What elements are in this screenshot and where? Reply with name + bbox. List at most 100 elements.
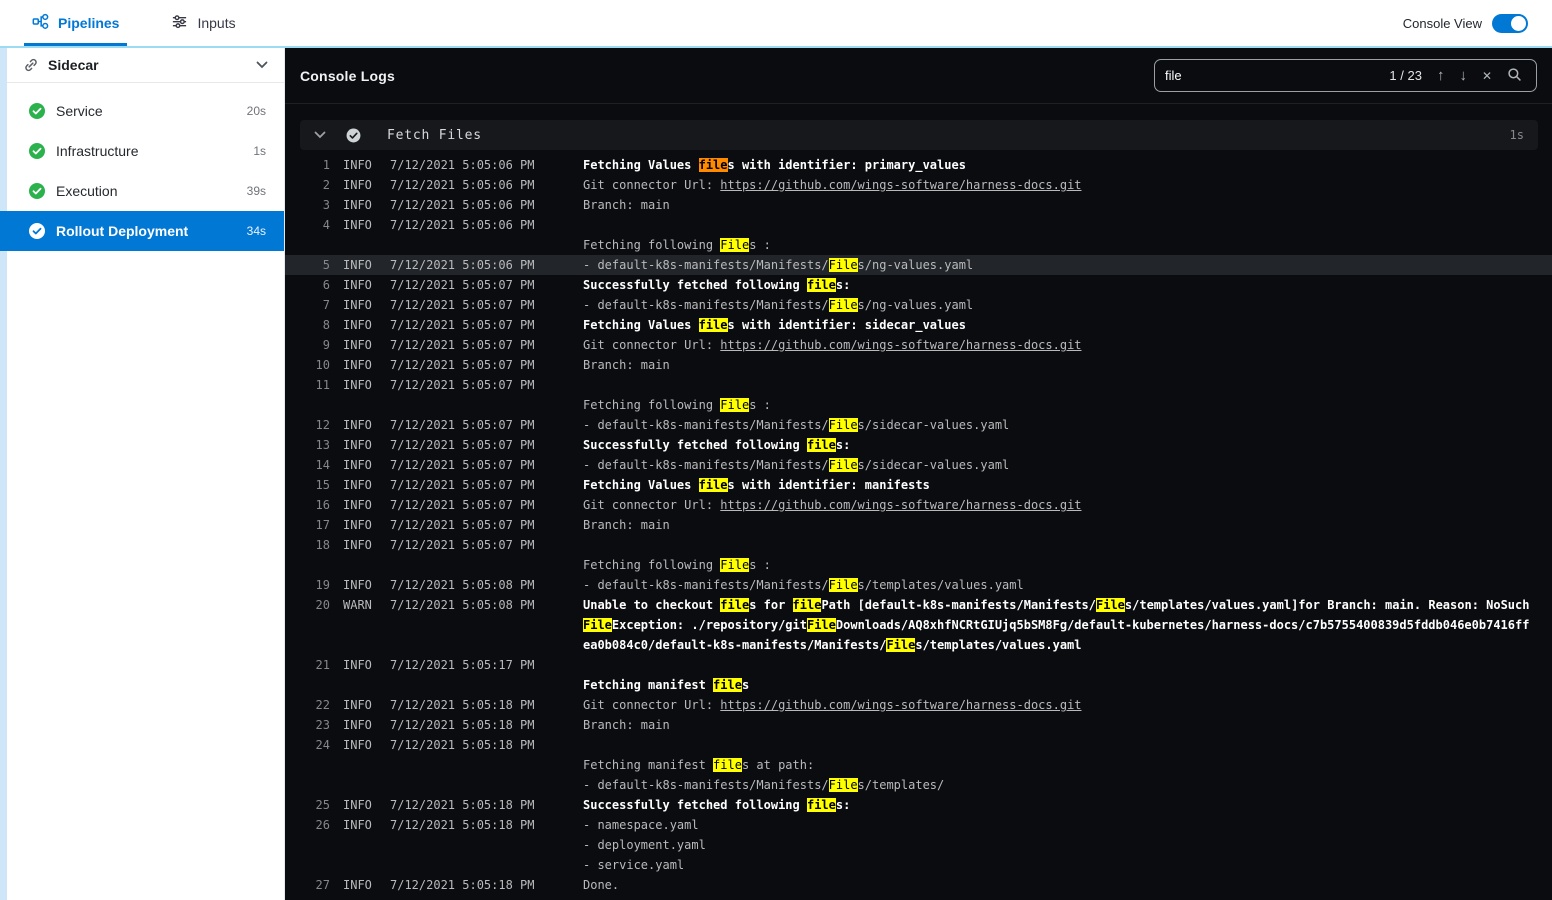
log-message: Fetching Values files with identifier: m…	[583, 475, 1552, 495]
log-level: INFO	[343, 318, 372, 332]
log-text: Fetching manifest	[583, 758, 714, 772]
log-row[interactable]: Fetching following Files :	[285, 395, 1552, 415]
log-level: INFO	[343, 718, 372, 732]
log-row[interactable]: 21 INFO 7/12/2021 5:05:17 PM	[285, 655, 1552, 675]
sidebar-item-execution[interactable]: Execution 39s	[7, 171, 284, 211]
log-row[interactable]: 12 INFO 7/12/2021 5:05:07 PM - default-k8s-…	[285, 415, 1552, 435]
log-row[interactable]: 13 INFO 7/12/2021 5:05:07 PM Successfully f…	[285, 435, 1552, 455]
log-line-number: 12	[315, 418, 330, 432]
log-level: INFO	[343, 698, 372, 712]
log-row[interactable]: 4 INFO 7/12/2021 5:05:06 PM	[285, 215, 1552, 235]
search-match: file	[720, 598, 750, 612]
log-row[interactable]: 23 INFO 7/12/2021 5:05:18 PM Branch: main	[285, 715, 1552, 735]
log-message: - default-k8s-manifests/Manifests/Files/…	[583, 415, 1552, 435]
log-text: s:	[835, 278, 851, 292]
log-row[interactable]: 11 INFO 7/12/2021 5:05:07 PM	[285, 375, 1552, 395]
log-row[interactable]: 6 INFO 7/12/2021 5:05:07 PM Successfully fe…	[285, 275, 1552, 295]
log-message: Successfully fetched following files:	[583, 435, 1552, 455]
log-text: s :	[749, 558, 771, 572]
log-row[interactable]: 1 INFO 7/12/2021 5:05:06 PM Fetching Values…	[285, 155, 1552, 175]
search-match: file	[806, 798, 836, 812]
log-row[interactable]: - service.yaml	[285, 855, 1552, 875]
log-timestamp: 7/12/2021 5:05:06 PM	[390, 218, 535, 232]
log-row[interactable]: Fetching following Files :	[285, 235, 1552, 255]
log-row[interactable]: - default-k8s-manifests/Manifests/Files/…	[285, 775, 1552, 795]
log-row[interactable]: 19 INFO 7/12/2021 5:05:08 PM - default-k8s-…	[285, 575, 1552, 595]
log-timestamp: 7/12/2021 5:05:07 PM	[390, 378, 535, 392]
console-view-toggle[interactable]	[1492, 13, 1528, 33]
log-message: Branch: main	[583, 515, 1552, 535]
log-line-number: 10	[315, 358, 330, 372]
log-message: Git connector Url: https://github.com/wi…	[583, 175, 1552, 195]
log-row[interactable]: Fetching following Files :	[285, 555, 1552, 575]
log-level: INFO	[343, 418, 372, 432]
log-row[interactable]: 15 INFO 7/12/2021 5:05:07 PM Fetching Value…	[285, 475, 1552, 495]
log-row[interactable]: 20 WARN 7/12/2021 5:05:08 PM Unable to chec…	[285, 595, 1552, 655]
log-row[interactable]: 27 INFO 7/12/2021 5:05:18 PM Done.	[285, 875, 1552, 895]
log-timestamp: 7/12/2021 5:05:06 PM	[390, 178, 535, 192]
search-input[interactable]	[1165, 68, 1383, 83]
log-text: - service.yaml	[583, 858, 685, 872]
log-text: Branch: main	[583, 198, 670, 212]
log-row[interactable]: 24 INFO 7/12/2021 5:05:18 PM	[285, 735, 1552, 755]
section-chevron-icon[interactable]	[314, 131, 326, 139]
chevron-down-icon[interactable]	[256, 61, 268, 69]
log-row[interactable]: 14 INFO 7/12/2021 5:05:07 PM - default-k8s-…	[285, 455, 1552, 475]
log-row[interactable]: 5 INFO 7/12/2021 5:05:06 PM - default-k8s-m…	[285, 255, 1552, 275]
search-next-button[interactable]: ↓	[1455, 68, 1471, 83]
log-row[interactable]: 16 INFO 7/12/2021 5:05:07 PM Git connector …	[285, 495, 1552, 515]
success-check-icon	[29, 143, 45, 159]
sidebar-item-rollout-deployment[interactable]: Rollout Deployment 34s	[0, 211, 284, 251]
log-row[interactable]: 26 INFO 7/12/2021 5:05:18 PM - namespace.ya…	[285, 815, 1552, 835]
log-link[interactable]: https://github.com/wings-software/harnes…	[720, 498, 1081, 512]
log-line-number: 24	[315, 738, 330, 752]
log-link[interactable]: https://github.com/wings-software/harnes…	[720, 698, 1081, 712]
log-timestamp: 7/12/2021 5:05:07 PM	[390, 298, 535, 312]
log-row[interactable]: 18 INFO 7/12/2021 5:05:07 PM	[285, 535, 1552, 555]
log-timestamp: 7/12/2021 5:05:07 PM	[390, 478, 535, 492]
log-row[interactable]: 17 INFO 7/12/2021 5:05:07 PM Branch: main	[285, 515, 1552, 535]
log-timestamp: 7/12/2021 5:05:07 PM	[390, 338, 535, 352]
tab-pipelines[interactable]: Pipelines	[24, 0, 128, 46]
log-text: Fetching following	[583, 398, 721, 412]
search-match: File	[583, 618, 612, 632]
log-timestamp: 7/12/2021 5:05:07 PM	[390, 318, 535, 332]
log-message: Fetching following Files :	[583, 235, 1552, 255]
log-link[interactable]: https://github.com/wings-software/harnes…	[720, 338, 1081, 352]
log-text: - default-k8s-manifests/Manifests/	[583, 578, 829, 592]
log-section-header[interactable]: Fetch Files 1s	[300, 120, 1538, 150]
log-link[interactable]: https://github.com/wings-software/harnes…	[720, 178, 1081, 192]
log-text: s:	[835, 438, 851, 452]
sidebar-item-infrastructure[interactable]: Infrastructure 1s	[7, 131, 284, 171]
search-icon[interactable]	[1503, 67, 1526, 85]
search-clear-button[interactable]: ✕	[1478, 70, 1496, 82]
sidebar-item-service[interactable]: Service 20s	[7, 91, 284, 131]
search-prev-button[interactable]: ↑	[1433, 68, 1449, 83]
log-row[interactable]: 10 INFO 7/12/2021 5:05:07 PM Branch: main	[285, 355, 1552, 375]
log-timestamp: 7/12/2021 5:05:07 PM	[390, 498, 535, 512]
section-title: Fetch Files	[387, 127, 482, 143]
console-view-label: Console View	[1402, 15, 1482, 31]
log-row[interactable]: 9 INFO 7/12/2021 5:05:07 PM Git connector U…	[285, 335, 1552, 355]
log-row[interactable]: Fetching manifest files at path:	[285, 755, 1552, 775]
stage-selector-header[interactable]: Sidecar	[7, 48, 284, 83]
tab-inputs[interactable]: Inputs	[163, 0, 243, 46]
log-row[interactable]: 7 INFO 7/12/2021 5:05:07 PM - default-k8s-m…	[285, 295, 1552, 315]
log-row[interactable]: 22 INFO 7/12/2021 5:05:18 PM Git connector …	[285, 695, 1552, 715]
log-row[interactable]: 8 INFO 7/12/2021 5:05:07 PM Fetching Values…	[285, 315, 1552, 335]
log-row[interactable]: Fetching manifest files	[285, 675, 1552, 695]
log-row[interactable]: - deployment.yaml	[285, 835, 1552, 855]
log-line-number: 1	[322, 158, 330, 172]
log-text: s/templates/values.yaml	[915, 638, 1082, 652]
log-row[interactable]: 2 INFO 7/12/2021 5:05:06 PM Git connector U…	[285, 175, 1552, 195]
log-message: Successfully fetched following files:	[583, 795, 1552, 815]
log-row[interactable]: 25 INFO 7/12/2021 5:05:18 PM Successfully f…	[285, 795, 1552, 815]
log-level: INFO	[343, 258, 372, 272]
log-level: INFO	[343, 338, 372, 352]
log-line-number: 2	[322, 178, 330, 192]
log-row[interactable]: 3 INFO 7/12/2021 5:05:06 PM Branch: main	[285, 195, 1552, 215]
sidebar-item-duration: 34s	[246, 224, 266, 238]
log-text: Path [default-k8s-manifests/Manifests/	[821, 598, 1096, 612]
log-text: - default-k8s-manifests/Manifests/	[583, 258, 829, 272]
log-list[interactable]: 1 INFO 7/12/2021 5:05:06 PM Fetching Values…	[285, 155, 1552, 900]
